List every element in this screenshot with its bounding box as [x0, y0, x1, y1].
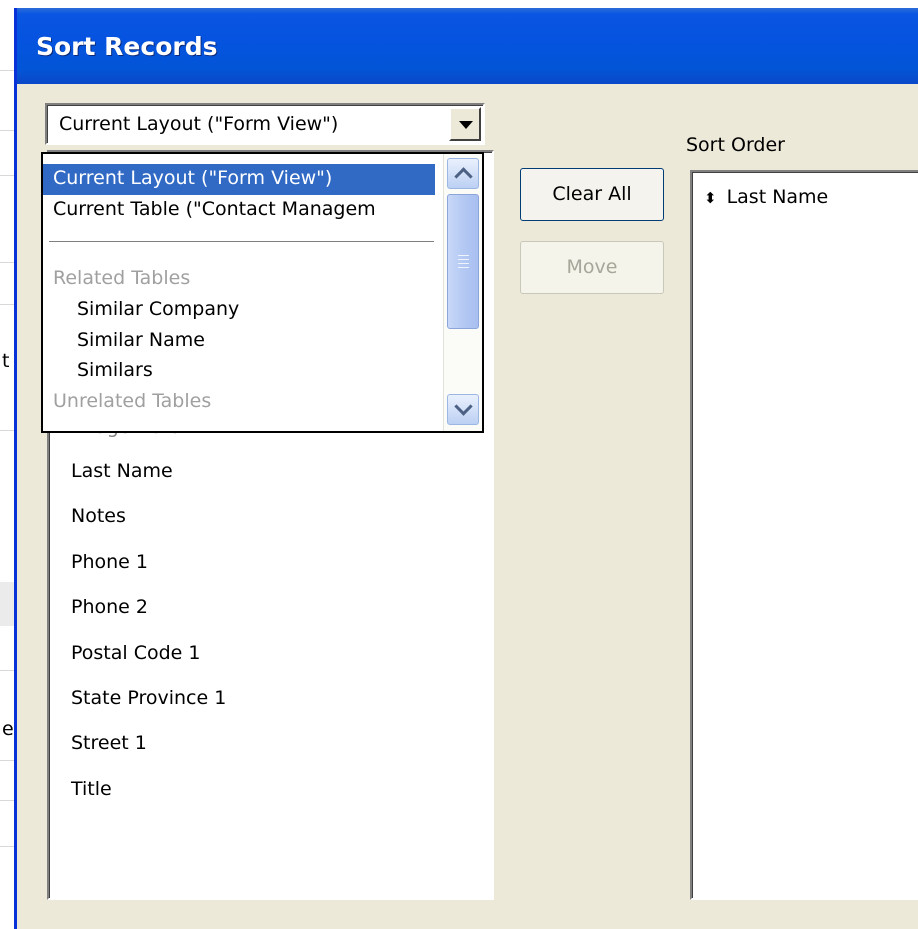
list-item[interactable]: Street 1 [71, 732, 147, 754]
scroll-up-button[interactable] [447, 158, 479, 189]
list-item[interactable]: ⬍ Last Name [704, 186, 828, 208]
list-item[interactable]: Postal Code 1 [71, 642, 200, 664]
background-char: e [2, 718, 14, 740]
sort-handle-icon[interactable]: ⬍ [704, 189, 717, 207]
scroll-down-button[interactable] [447, 394, 479, 425]
dropdown-option-label: Similar Name [77, 329, 205, 351]
dropdown-arrow-button[interactable] [449, 107, 481, 141]
sort-order-item-label: Last Name [726, 186, 829, 208]
table-dropdown-list[interactable]: Current Layout ("Form View") Current Tab… [41, 152, 484, 433]
chevron-down-icon [459, 121, 473, 129]
dropdown-option[interactable]: Current Table ("Contact Managem [43, 195, 435, 226]
dropdown-option-label: Similars [77, 359, 153, 381]
dropdown-scrollbar[interactable] [443, 154, 482, 431]
clear-all-button[interactable]: Clear All [520, 168, 664, 221]
dropdown-group-header: Unrelated Tables [43, 387, 435, 418]
list-item[interactable]: Notes [71, 505, 126, 527]
dropdown-option-label: Current Layout ("Form View") [53, 167, 333, 189]
background-char: t [2, 350, 10, 372]
combo-selected-value: Current Layout ("Form View") [59, 113, 339, 135]
list-item[interactable]: Title [71, 778, 112, 800]
list-item[interactable]: Phone 1 [71, 551, 148, 573]
dropdown-option[interactable]: Similar Name [43, 326, 435, 357]
dropdown-separator [49, 241, 434, 242]
move-button[interactable]: Move [520, 241, 664, 294]
dropdown-option-label: Similar Company [77, 298, 240, 320]
list-item[interactable]: Phone 2 [71, 596, 148, 618]
dropdown-option-label: Current Table ("Contact Managem [53, 198, 376, 220]
list-item[interactable]: State Province 1 [71, 687, 226, 709]
dropdown-option[interactable]: Similar Company [43, 295, 435, 326]
window-title: Sort Records [36, 32, 218, 61]
scrollbar-thumb[interactable] [447, 194, 479, 329]
dropdown-option-label: Related Tables [53, 267, 191, 289]
list-item[interactable]: Last Name [71, 460, 173, 482]
chevron-down-icon [454, 397, 473, 416]
chevron-up-icon [454, 167, 473, 186]
dropdown-option[interactable]: Current Layout ("Form View") [43, 164, 435, 195]
dropdown-option[interactable]: Similars [43, 356, 435, 387]
table-selector-combo[interactable]: Current Layout ("Form View") [45, 103, 485, 145]
sort-order-list[interactable]: ⬍ Last Name [690, 170, 918, 900]
dropdown-option-label: Unrelated Tables [53, 390, 212, 412]
sort-order-label: Sort Order [686, 134, 785, 156]
dropdown-group-header: Related Tables [43, 264, 435, 295]
title-bar[interactable]: Sort Records [17, 8, 918, 84]
